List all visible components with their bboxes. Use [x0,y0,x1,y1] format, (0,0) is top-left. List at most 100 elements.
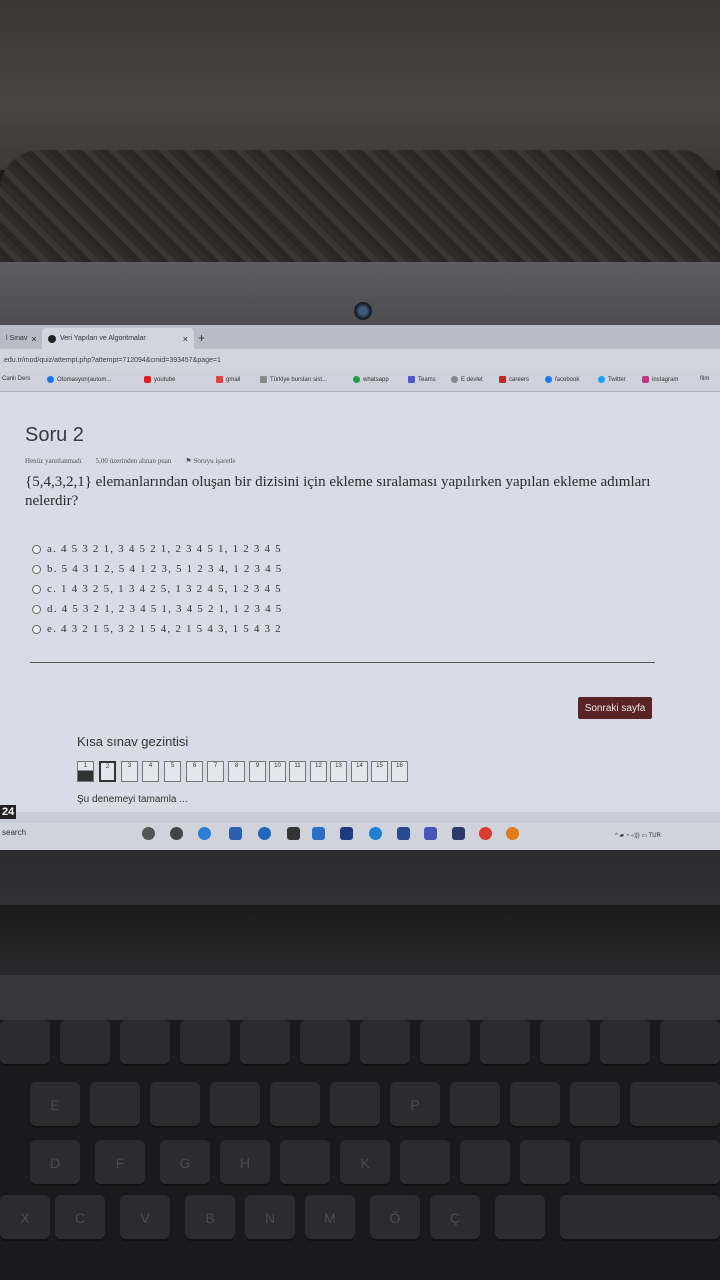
language-indicator[interactable]: TUR [649,833,661,839]
bookmark-item[interactable]: youtube [144,376,175,383]
settings-icon[interactable] [170,827,183,840]
quiz-nav-item[interactable]: 8 [228,761,245,782]
key [580,1140,720,1186]
key [0,1020,50,1066]
chrome-icon[interactable] [479,827,492,840]
taskbar-search[interactable]: search [2,828,26,837]
laptop-hinge [0,905,720,975]
radio-button[interactable] [32,624,41,634]
bookmark-item[interactable]: facebook [545,376,579,383]
question-title: Soru 2 [25,424,84,446]
bookmark-item[interactable]: instagram [642,376,678,383]
app-icon[interactable] [258,827,271,840]
quiz-nav-item[interactable]: 10 [269,761,286,782]
edge-icon[interactable] [198,827,211,840]
key [540,1020,590,1066]
app-icon[interactable] [312,827,325,840]
quiz-nav-item[interactable]: 14 [351,761,368,782]
question-text: {5,4,3,2,1} elemanlarından oluşan bir di… [25,474,651,509]
finish-attempt-link[interactable]: Şu denemeyi tamamla ... [77,794,188,805]
teams-icon [408,376,415,383]
app-icon[interactable] [287,827,300,840]
radio-button[interactable] [32,544,41,554]
bookmark-item[interactable]: Türkiye bursları sist... [260,376,327,383]
quiz-nav-item[interactable]: 5 [164,761,181,782]
quiz-nav-item[interactable]: 16 [391,761,408,782]
bookmark-item[interactable]: whatsapp [353,376,389,383]
key: V [120,1195,170,1241]
url-text: .edu.tr/mod/quiz/attempt.php?attempt=712… [2,356,221,364]
mail-icon[interactable] [229,827,242,840]
address-bar[interactable]: .edu.tr/mod/quiz/attempt.php?attempt=712… [0,349,720,371]
laptop-screen: l Sınav × Veri Yapıları ve Algoritmalar … [0,325,720,850]
key: H [220,1140,270,1186]
bookmark-item[interactable]: film [700,376,709,382]
key [630,1082,720,1128]
bookmark-item[interactable]: gmail [216,376,240,383]
quiz-nav-item[interactable]: 15 [371,761,388,782]
key: G [160,1140,210,1186]
bookmarks-bar: Canlı Ders Otomasyon(autom... youtube gm… [0,371,720,392]
key: N [245,1195,295,1241]
quiz-nav-item[interactable]: 12 [310,761,327,782]
bookmark-icon [47,376,54,383]
key [400,1140,450,1186]
key [120,1020,170,1066]
key: B [185,1195,235,1241]
browser-icon[interactable] [142,827,155,840]
link-icon [451,376,458,383]
new-tab-button[interactable]: + [198,331,205,345]
quiz-navigation-title: Kısa sınav gezintisi [77,734,189,749]
quiz-nav-item[interactable]: 9 [249,761,266,782]
bookmark-item[interactable]: careers [499,376,529,383]
twitter-icon [598,376,605,383]
quiz-nav-item[interactable]: 4 [142,761,159,782]
browser-tab-active[interactable]: Veri Yapıları ve Algoritmalar × [42,328,194,349]
close-icon[interactable]: × [183,334,188,344]
answer-option-b[interactable]: b. 5 4 3 1 2, 5 4 1 2 3, 5 1 2 3 4, 1 2 … [32,559,283,579]
key [210,1082,260,1128]
store-icon[interactable] [452,827,465,840]
bookmark-item[interactable]: E devlet [451,376,483,383]
key [90,1082,140,1128]
key [660,1020,720,1066]
bookmark-item[interactable]: Twitter [598,376,626,383]
answer-option-a[interactable]: a. 4 5 3 2 1, 3 4 5 2 1, 2 3 4 5 1, 1 2 … [32,539,283,559]
quiz-nav-item[interactable]: 11 [289,761,306,782]
bookmark-item[interactable]: Teams [408,376,436,383]
quiz-nav-item[interactable]: 1 [77,761,94,782]
quiz-page: Soru 2 Henüz yanıtlanmadı 5,00 üzerinden… [0,392,720,812]
key: Ö [370,1195,420,1241]
edge-icon[interactable] [369,827,382,840]
radio-button[interactable] [32,604,41,614]
close-icon[interactable]: × [31,334,36,344]
answer-option-e[interactable]: e. 4 3 2 1 5, 3 2 1 5 4, 2 1 5 4 3, 1 5 … [32,619,283,639]
app-icon[interactable] [397,827,410,840]
quiz-nav-item[interactable]: 6 [186,761,203,782]
radio-button[interactable] [32,564,41,574]
weather-temperature: 24 [0,805,17,819]
key [180,1020,230,1066]
key [450,1082,500,1128]
quiz-nav-item[interactable]: 13 [330,761,347,782]
answer-option-c[interactable]: c. 1 4 3 2 5, 1 3 4 2 5, 1 3 2 4 5, 1 2 … [32,579,283,599]
shield-icon[interactable] [340,827,353,840]
bookmark-item[interactable]: Otomasyon(autom... [47,376,111,383]
quiz-nav-item[interactable]: 7 [207,761,224,782]
divider [30,662,655,663]
background-couch [0,150,720,280]
quiz-nav-item[interactable]: 2 [99,761,116,782]
flag-question[interactable]: ⚑ Soruyu işaretle [185,457,235,465]
tab-label: Veri Yapıları ve Algoritmalar [60,335,146,342]
chrome-icon[interactable] [506,827,519,840]
bookmark-item[interactable]: Canlı Ders [2,376,30,382]
quiz-nav-item[interactable]: 3 [121,761,138,782]
facebook-icon [545,376,552,383]
next-page-button[interactable]: Sonraki sayfa [578,697,652,719]
key [495,1195,545,1241]
radio-button[interactable] [32,584,41,594]
teams-icon[interactable] [424,827,437,840]
browser-tab[interactable]: l Sınav × [0,328,43,349]
answer-option-d[interactable]: d. 4 5 3 2 1, 2 3 4 5 1, 3 4 5 2 1, 1 2 … [32,599,283,619]
careers-icon [499,376,506,383]
